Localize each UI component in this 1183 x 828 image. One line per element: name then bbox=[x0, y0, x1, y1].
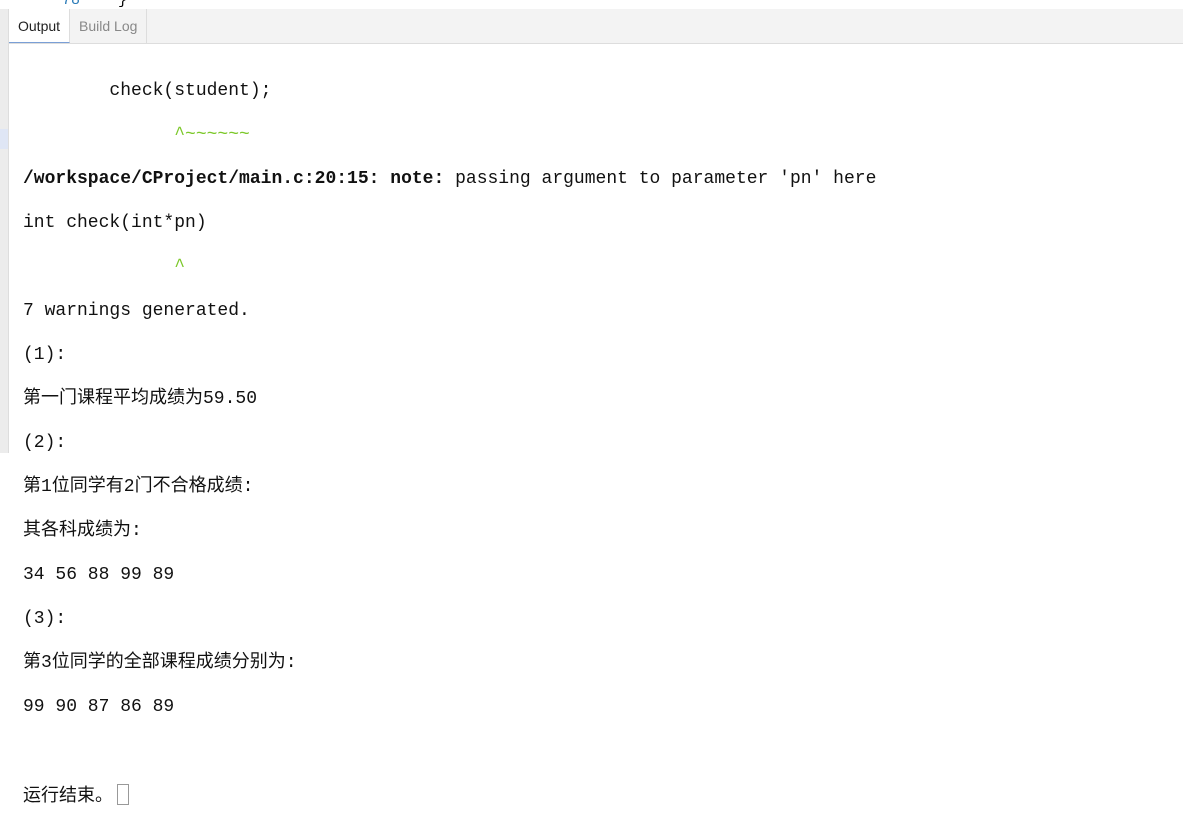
console-line: 其各科成绩为: bbox=[23, 521, 142, 541]
gutter-marker bbox=[0, 129, 8, 149]
caret-line: ^ bbox=[23, 257, 186, 277]
console-line: 7 warnings generated. bbox=[23, 301, 250, 321]
console-line: (3): bbox=[23, 609, 67, 629]
input-cursor[interactable] bbox=[117, 784, 129, 805]
console-line: (1): bbox=[23, 345, 67, 365]
console-last-line: 运行结束。 bbox=[23, 784, 876, 807]
console-line: check(student); bbox=[23, 81, 272, 101]
left-gutter bbox=[0, 9, 9, 453]
console-line: 99 90 87 86 89 bbox=[23, 697, 175, 717]
caret-line: ^~~~~~~ bbox=[23, 125, 250, 145]
console-line: 34 56 88 99 89 bbox=[23, 565, 175, 585]
console-line: int check(int*pn) bbox=[23, 213, 207, 233]
note-location: /workspace/CProject/main.c:20:15: bbox=[23, 169, 380, 189]
console-line: 第1位同学有2门不合格成绩: bbox=[23, 477, 254, 497]
tab-output[interactable]: Output bbox=[9, 9, 71, 43]
line-number: 78 bbox=[62, 0, 81, 9]
console-line: 第3位同学的全部课程成绩分别为: bbox=[23, 653, 297, 673]
console-line: (2): bbox=[23, 433, 67, 453]
output-console[interactable]: check(student); ^~~~~~~ /workspace/CProj… bbox=[23, 58, 876, 828]
note-message: passing argument to parameter 'pn' here bbox=[444, 169, 877, 189]
panel-tabs: Output Build Log bbox=[9, 9, 1183, 44]
run-finished-text: 运行结束。 bbox=[23, 787, 113, 807]
tab-build-log[interactable]: Build Log bbox=[70, 9, 148, 43]
note-line: /workspace/CProject/main.c:20:15: note: … bbox=[23, 168, 876, 190]
console-line: 第一门课程平均成绩为59.50 bbox=[23, 389, 258, 409]
note-kind: note: bbox=[390, 169, 445, 189]
code-line: } bbox=[118, 0, 128, 9]
